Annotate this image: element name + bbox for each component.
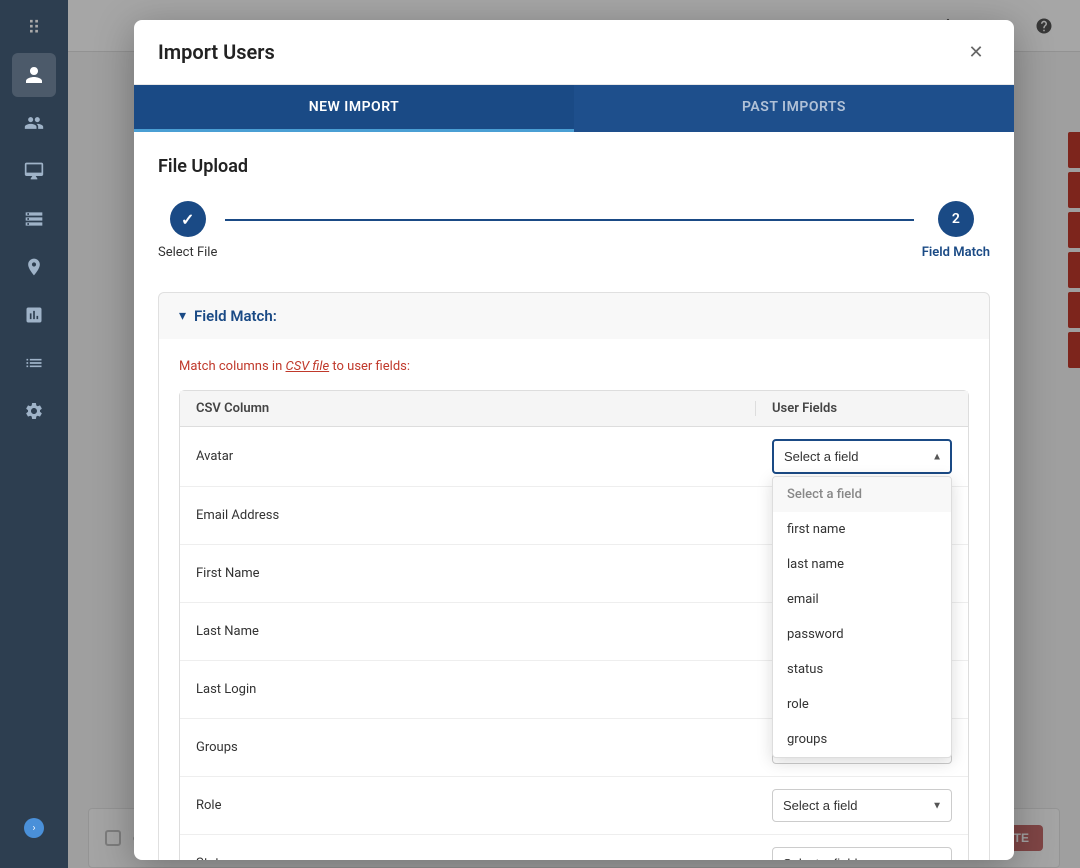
dropdown-option-password[interactable]: password [773, 617, 951, 652]
field-match-content: Match columns in CSV file to user fields… [159, 339, 989, 860]
section-title: Field Match: [194, 307, 277, 325]
col-header-csv: CSV Column [196, 401, 739, 416]
status-select[interactable]: Select a field first name last name emai… [772, 847, 952, 860]
modal-backdrop: Import Users ✕ NEW IMPORT PAST IMPORTS F… [68, 0, 1080, 868]
sidebar-item-groups[interactable] [12, 101, 56, 145]
main-content: clkawa13b000ewy13803y Inactive EDIT DELE… [68, 0, 1080, 868]
avatar-select[interactable]: Select a field first name last name emai… [772, 439, 952, 474]
modal-close-button[interactable]: ✕ [962, 38, 990, 66]
modal-body: File Upload Select File 2 Field Match [134, 132, 1014, 860]
file-upload-heading: File Upload [158, 156, 990, 177]
table-header: CSV Column User Fields [180, 391, 968, 427]
csv-col-status: Status [196, 856, 772, 860]
modal-header: Import Users ✕ [134, 20, 1014, 85]
app-grid-icon[interactable]: ⠿ [17, 8, 50, 49]
csv-col-email: Email Address [196, 508, 772, 523]
user-field-status: Select a field first name last name emai… [772, 847, 952, 860]
step-2-label: Field Match [922, 245, 990, 260]
dropdown-option-placeholder[interactable]: Select a field [773, 477, 951, 512]
step-2-circle: 2 [938, 201, 974, 237]
avatar-select-wrapper: Select a field first name last name emai… [772, 439, 952, 474]
step-1-circle [170, 201, 206, 237]
role-select-wrapper: Select a field first name last name emai… [772, 789, 952, 822]
sidebar-item-settings[interactable] [12, 389, 56, 433]
tab-past-imports[interactable]: PAST IMPORTS [574, 85, 1014, 132]
steps-container: Select File 2 Field Match [158, 201, 990, 260]
csv-col-last-login: Last Login [196, 682, 772, 697]
dropdown-option-role[interactable]: role [773, 687, 951, 722]
csv-col-groups: Groups [196, 740, 772, 755]
dropdown-option-groups[interactable]: groups [773, 722, 951, 757]
sidebar-item-users[interactable] [12, 53, 56, 97]
dropdown-option-email[interactable]: email [773, 582, 951, 617]
table-row: Avatar Select a field first name last na… [180, 427, 968, 487]
field-match-section: ▾ Field Match: Match columns in CSV file… [158, 292, 990, 860]
tab-new-import[interactable]: NEW IMPORT [134, 85, 574, 132]
dropdown-option-status[interactable]: status [773, 652, 951, 687]
csv-col-role: Role [196, 798, 772, 813]
match-instruction: Match columns in CSV file to user fields… [179, 359, 969, 374]
csv-col-first-name: First Name [196, 566, 772, 581]
user-field-avatar: Select a field first name last name emai… [772, 439, 952, 474]
sidebar-expand-button[interactable]: › [24, 818, 44, 838]
sidebar-item-storage[interactable] [12, 197, 56, 241]
modal-title: Import Users [158, 40, 275, 64]
instruction-highlight: CSV file [286, 359, 330, 374]
csv-col-avatar: Avatar [196, 449, 772, 464]
col-header-user-fields: User Fields [772, 401, 952, 416]
sidebar-item-chart[interactable] [12, 293, 56, 337]
sidebar: ⠿ › [0, 0, 68, 868]
sidebar-item-list[interactable] [12, 341, 56, 385]
step-line [225, 219, 913, 221]
dropdown-option-last-name[interactable]: last name [773, 547, 951, 582]
sidebar-expand-area: › [0, 818, 68, 838]
col-divider [755, 401, 756, 416]
sidebar-item-location[interactable] [12, 245, 56, 289]
step-1-label: Select File [158, 245, 217, 260]
step-2: 2 Field Match [922, 201, 990, 260]
chevron-down-icon: ▾ [179, 308, 186, 324]
status-select-wrapper: Select a field first name last name emai… [772, 847, 952, 860]
dropdown-option-first-name[interactable]: first name [773, 512, 951, 547]
user-field-role: Select a field first name last name emai… [772, 789, 952, 822]
columns-table: CSV Column User Fields Avatar [179, 390, 969, 860]
csv-col-last-name: Last Name [196, 624, 772, 639]
step-1: Select File [158, 201, 217, 260]
table-row: Role Select a field first name last name [180, 777, 968, 835]
section-header[interactable]: ▾ Field Match: [159, 293, 989, 339]
role-select[interactable]: Select a field first name last name emai… [772, 789, 952, 822]
sidebar-item-monitor[interactable] [12, 149, 56, 193]
avatar-dropdown-open: Select a field first name last name emai… [772, 476, 952, 758]
table-row: Status Select a field first name last na… [180, 835, 968, 860]
import-users-modal: Import Users ✕ NEW IMPORT PAST IMPORTS F… [134, 20, 1014, 860]
tab-bar: NEW IMPORT PAST IMPORTS [134, 85, 1014, 132]
